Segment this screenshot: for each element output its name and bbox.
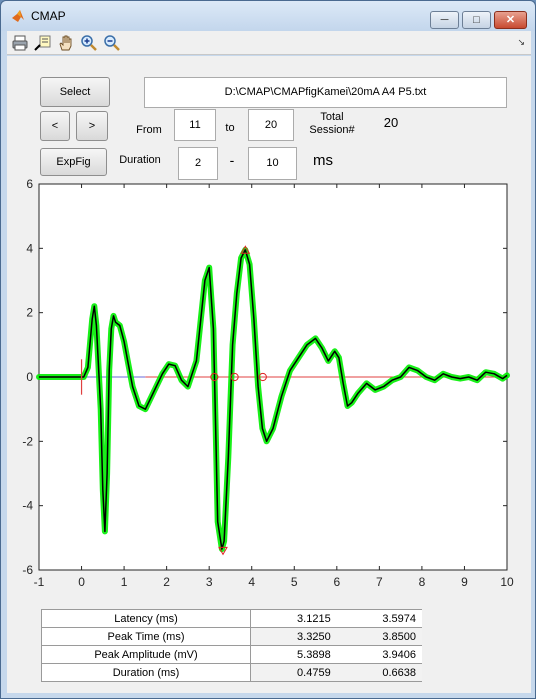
x-tick-label: 7: [376, 575, 383, 589]
x-tick-label: 10: [500, 575, 514, 589]
x-tick-label: 9: [461, 575, 468, 589]
cmap-trace-chart[interactable]: -1 0 1 2 3 4 5 6 7 8 9 10 -6 -4 -2 0 2 4 6: [7, 56, 531, 606]
x-tick-label: 6: [333, 575, 340, 589]
x-tick-label: 5: [291, 575, 298, 589]
matlab-icon: [12, 10, 24, 22]
zoom-in-icon[interactable]: [80, 34, 98, 52]
results-cell: 0.4759: [250, 663, 337, 682]
cmap-window: CMAP ─ □ ✕ ↘ Select D:\CMAP\CMAPfigKamei…: [0, 0, 536, 699]
results-cell: 3.9406: [336, 645, 422, 664]
window-title: CMAP: [31, 9, 66, 23]
maximize-icon: □: [473, 14, 480, 26]
results-table: Latency (ms) 3.1215 3.5974 Peak Time (ms) 3.…: [41, 609, 422, 682]
y-tick-label: -6: [22, 563, 33, 577]
print-icon[interactable]: [11, 34, 29, 52]
figure-client-area: Select D:\CMAP\CMAPfigKamei\20mA A4 P5.t…: [7, 56, 531, 693]
results-row: Peak Time (ms) 3.3250 3.8500: [41, 627, 422, 646]
x-tick-label: 8: [419, 575, 426, 589]
results-cell: 0.6638: [336, 663, 422, 682]
minimize-icon: ─: [440, 14, 449, 26]
y-tick-label: 4: [26, 241, 33, 255]
y-tick-label: 6: [26, 177, 33, 191]
results-row-label: Peak Amplitude (mV): [41, 645, 251, 664]
results-row: Latency (ms) 3.1215 3.5974: [41, 609, 422, 628]
figure-toolbar: ↘: [7, 31, 531, 55]
pan-hand-icon[interactable]: [57, 34, 75, 52]
data-cursor-icon[interactable]: [34, 34, 52, 52]
x-tick-label: 1: [121, 575, 128, 589]
results-cell: 3.8500: [336, 627, 422, 646]
y-tick-label: 0: [26, 370, 33, 384]
close-icon: ✕: [505, 14, 516, 26]
results-cell: 3.3250: [250, 627, 337, 646]
y-tick-label: -4: [22, 499, 33, 513]
results-row-label: Duration (ms): [41, 663, 251, 682]
zoom-out-icon[interactable]: [103, 34, 121, 52]
results-cell: 3.1215: [250, 609, 337, 628]
y-tick-label: -2: [22, 434, 33, 448]
dock-arrow-icon[interactable]: ↘: [517, 37, 525, 48]
y-tick-label: 2: [26, 306, 33, 320]
x-tick-label: 2: [163, 575, 170, 589]
results-cell: 3.5974: [336, 609, 422, 628]
results-row-label: Latency (ms): [41, 609, 251, 628]
minimize-button[interactable]: ─: [430, 11, 459, 29]
results-row: Peak Amplitude (mV) 5.3898 3.9406: [41, 645, 422, 664]
x-tick-label: 0: [78, 575, 85, 589]
results-row-label: Peak Time (ms): [41, 627, 251, 646]
results-cell: 5.3898: [250, 645, 337, 664]
x-tick-label: 4: [248, 575, 255, 589]
results-row: Duration (ms) 0.4759 0.6638: [41, 663, 422, 682]
x-tick-label: 3: [206, 575, 213, 589]
x-tick-label: -1: [34, 575, 45, 589]
title-bar[interactable]: CMAP ─ □ ✕: [1, 1, 535, 31]
close-button[interactable]: ✕: [494, 11, 527, 29]
maximize-button[interactable]: □: [462, 11, 491, 29]
